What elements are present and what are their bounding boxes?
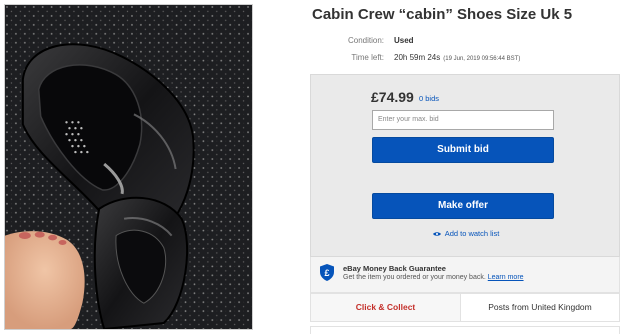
guarantee-text: Get the item you ordered or your money b… <box>343 274 524 281</box>
tab-click-collect[interactable]: Click & Collect <box>311 294 461 321</box>
listing-title: Cabin Crew “cabin” Shoes Size Uk 5 <box>312 6 573 23</box>
max-bid-input[interactable]: Enter your max. bid <box>372 110 554 130</box>
shipping-tabs: Click & Collect Posts from United Kingdo… <box>310 293 620 322</box>
shoe-photo-illustration <box>5 5 252 329</box>
money-back-guarantee: £ eBay Money Back Guarantee Get the item… <box>310 257 620 293</box>
product-image-panel <box>0 0 300 334</box>
listing-panel: Cabin Crew “cabin” Shoes Size Uk 5 Condi… <box>310 0 620 334</box>
tab-posts-from[interactable]: Posts from United Kingdom <box>461 294 619 321</box>
bid-box: £74.99 0 bids Enter your max. bid Submit… <box>310 74 620 257</box>
product-photo[interactable] <box>4 4 253 330</box>
svg-text:£: £ <box>324 268 329 278</box>
submit-bid-button[interactable]: Submit bid <box>372 137 554 163</box>
condition-label: Condition: <box>347 36 384 45</box>
shield-icon: £ <box>320 264 334 281</box>
bid-count-link[interactable]: 0 bids <box>419 94 439 103</box>
condition-value: Used <box>394 36 414 45</box>
current-price: £74.99 <box>371 89 414 105</box>
time-left-label: Time left: <box>351 53 384 62</box>
make-offer-button[interactable]: Make offer <box>372 193 554 219</box>
end-time: (19 Jun, 2019 09:56:44 BST) <box>443 56 521 62</box>
learn-more-link[interactable]: Learn more <box>488 274 524 281</box>
time-left-value: 20h 59m 24s (19 Jun, 2019 09:56:44 BST) <box>394 53 521 62</box>
add-to-watch-list-link[interactable]: Add to watch list <box>311 229 620 238</box>
guarantee-title: eBay Money Back Guarantee <box>343 264 446 273</box>
eye-icon <box>432 232 441 236</box>
next-section-edge <box>310 326 620 334</box>
